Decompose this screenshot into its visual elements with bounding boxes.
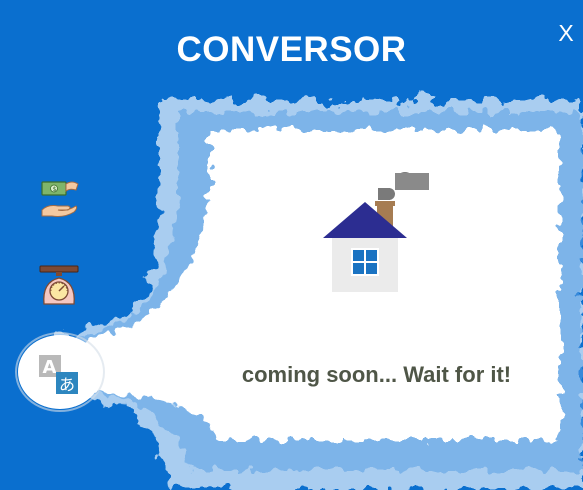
sidebar-item-weight[interactable] [36, 262, 82, 308]
sidebar-item-currency[interactable]: $ [36, 176, 82, 222]
svg-text:A: A [43, 357, 57, 378]
translate-icon: A あ [39, 355, 78, 394]
svg-text:$: $ [53, 186, 57, 193]
money-exchange-icon: $ [41, 181, 79, 217]
svg-text:あ: あ [59, 375, 75, 394]
status-message: coming soon... Wait for it! [241, 362, 512, 387]
sidebar-item-language[interactable]: A あ [36, 352, 82, 398]
house-icon [323, 172, 429, 292]
content-panel [15, 100, 583, 490]
weighing-scale-icon [39, 265, 79, 305]
